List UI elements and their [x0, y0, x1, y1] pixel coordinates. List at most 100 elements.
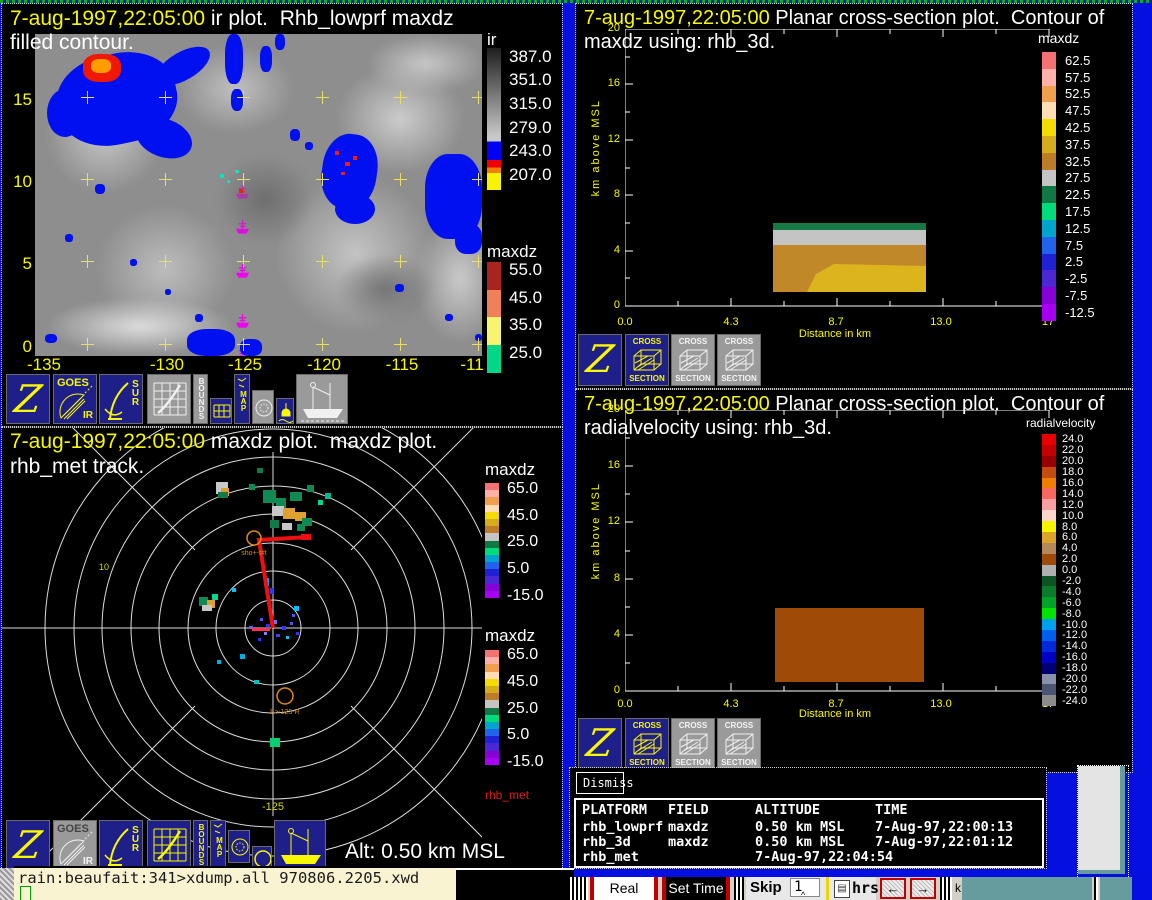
taskbar-stripes: [940, 877, 952, 900]
colorbar-swatch: [1042, 186, 1056, 203]
ir-colorbar-labels: 387.0351.0315.0279.0243.0207.0: [509, 45, 552, 187]
colorbar-swatch: [485, 700, 499, 707]
zeb-logo-button[interactable]: Z: [6, 374, 50, 424]
colorbar-swatch: [485, 526, 499, 533]
colorbar-swatch: [485, 736, 499, 743]
lon-label: -130: [142, 355, 192, 375]
z-icon: Z: [578, 720, 622, 766]
bounds-button[interactable]: BOUNDS: [193, 374, 208, 424]
terminal-window[interactable]: rain:beaufait:341>xdump.all 970806.2205.…: [14, 866, 456, 900]
colorbar-label: -24.0: [1062, 695, 1087, 707]
grid-radar-button[interactable]: [147, 820, 191, 870]
goes-ir-button[interactable]: GOES IR: [53, 374, 97, 424]
tr-xlabel: Distance in km: [765, 328, 905, 340]
colorbar-label: 45.0: [507, 507, 538, 525]
window-maxdz-xsection: 7-aug-1997,22:05:00 Planar cross-section…: [576, 4, 1132, 388]
partial-label: k: [955, 881, 961, 895]
small-grid-button[interactable]: [210, 398, 232, 424]
colorbar-swatch: [485, 686, 499, 693]
colorbar-label: 2.5: [1065, 254, 1083, 269]
colorbar-swatch: [485, 519, 499, 526]
bl-title2: rhb_met track.: [10, 455, 144, 479]
colorbar-swatch: [1042, 532, 1056, 543]
surveillance-radar-button[interactable]: SUR: [99, 374, 143, 424]
colorbar-swatch: [485, 505, 499, 512]
ring-lat-label: 10: [99, 562, 109, 572]
spinner-caret-icon[interactable]: ^: [801, 890, 805, 900]
colorbar-swatch: [485, 693, 499, 700]
table-row: rhb_3d maxdz 0.50 km MSL 7-Aug-97,22:01:…: [576, 834, 1042, 849]
z-icon: Z: [6, 376, 50, 422]
map-button[interactable]: MAP: [234, 374, 250, 424]
set-time-button[interactable]: Set Time: [662, 877, 730, 900]
radar-rings-button[interactable]: [228, 830, 250, 863]
br-ylabel: km above MSL: [590, 482, 602, 579]
colorbar-label: -15.0: [507, 587, 543, 605]
lon-label: -11: [452, 355, 492, 375]
colorbar-swatch: [485, 715, 499, 722]
ship-button[interactable]: [296, 374, 348, 424]
dismiss-button[interactable]: Dismiss: [576, 772, 624, 794]
colorbar-label: 45.0: [509, 288, 542, 308]
colorbar-swatch: [485, 729, 499, 736]
maxdz-colorbar-labels: 55.045.035.025.0: [509, 256, 542, 367]
colorbar-label: 243.0: [509, 141, 552, 161]
colorbar-swatch: [1042, 52, 1056, 69]
colorbar-swatch: [1042, 86, 1056, 103]
step-back-button[interactable]: ←: [880, 878, 906, 899]
surveillance-radar-button[interactable]: SUR: [99, 820, 143, 870]
cube-icon: [672, 731, 715, 759]
cross-section-button-active[interactable]: CROSS SECTION: [625, 334, 669, 386]
grid-radar-button[interactable]: [147, 374, 191, 424]
zeb-logo-button[interactable]: Z: [6, 820, 50, 870]
maxdz-xsection-plot: [625, 29, 1053, 314]
colorbar-swatch: [1042, 254, 1056, 271]
zeb-logo-button[interactable]: Z: [578, 334, 622, 386]
zeb-logo-button[interactable]: Z: [578, 718, 622, 770]
colorbar-label: 207.0: [509, 165, 552, 185]
cross-section-button-active[interactable]: CROSS SECTION: [625, 718, 669, 770]
skip-label: Skip: [750, 879, 782, 896]
lat-label: 10: [8, 172, 32, 192]
terminal-scrollbar[interactable]: [0, 868, 14, 900]
scrollbar-track[interactable]: [1078, 766, 1125, 874]
colorbar-swatch: [485, 576, 499, 583]
colorbar-swatch: [487, 317, 501, 345]
buoy-button[interactable]: [276, 398, 294, 424]
cell-platform: rhb_lowprf: [582, 819, 663, 835]
cross-section-button[interactable]: CROSS SECTION: [717, 334, 761, 386]
real-time-button[interactable]: Real Time: [590, 877, 658, 900]
altitude-readout: Alt: 0.50 km MSL: [345, 840, 505, 864]
colorbar-swatch: [1042, 456, 1056, 467]
colorbar-label: -2.5: [1065, 271, 1087, 286]
cross-section-button[interactable]: CROSS SECTION: [717, 718, 761, 770]
colorbar-swatch: [1042, 565, 1056, 576]
colorbar-label: 12.5: [1065, 221, 1090, 236]
colorbar-swatch: [1042, 576, 1056, 587]
radar-rings-button[interactable]: [252, 390, 274, 424]
colorbar-swatch: [1042, 521, 1056, 532]
colorbar-label: 17.5: [1065, 204, 1090, 219]
bl-colorbar-1: [485, 483, 499, 598]
colorbar-swatch: [1042, 434, 1056, 445]
colorbar-swatch: [1042, 543, 1056, 554]
colorbar-swatch: [1042, 203, 1056, 220]
window-ir-plot: 7-aug-1997,22:05:00 ir plot. Rhb_lowprf …: [2, 4, 562, 426]
colorbar-label: 65.0: [507, 480, 538, 498]
map-icon: [235, 375, 250, 389]
lat-label: 15: [8, 90, 32, 110]
goes-ir-button[interactable]: GOES IR: [53, 820, 97, 870]
left-arrow-icon: ←: [887, 881, 900, 896]
bounds-button[interactable]: BOUNDS: [193, 820, 208, 870]
colorbar-swatch: [1042, 608, 1056, 619]
colorbar-label: 25.0: [507, 533, 538, 551]
colorbar-label: 35.0: [509, 315, 542, 335]
map-button[interactable]: MAP: [210, 820, 226, 870]
ship-icon: [275, 821, 326, 870]
step-forward-button[interactable]: →: [910, 878, 936, 899]
ship-button[interactable]: [274, 820, 326, 870]
cross-section-button[interactable]: CROSS SECTION: [671, 334, 715, 386]
cross-section-button[interactable]: CROSS SECTION: [671, 718, 715, 770]
tr-colorbar: 62.557.552.547.542.537.532.527.522.517.5…: [1042, 52, 1095, 321]
colorbar-swatch: [1042, 102, 1056, 119]
